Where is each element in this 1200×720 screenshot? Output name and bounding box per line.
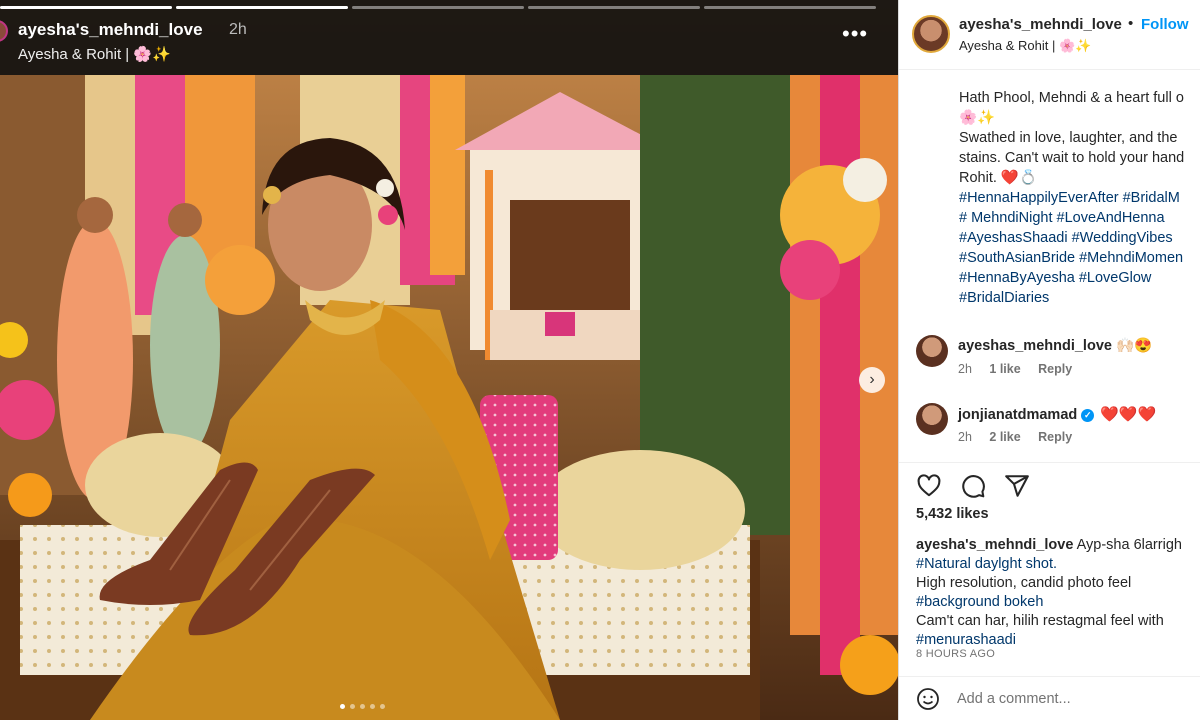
caption-line: Hath Phool, Mehndi & a heart full o <box>959 90 1184 106</box>
comment-meta: 2h 1 like Reply <box>958 362 1072 376</box>
carousel-dot <box>370 704 375 709</box>
emoji-icon[interactable] <box>916 687 940 711</box>
chevron-right-icon[interactable]: › <box>859 367 885 393</box>
hashtag-line[interactable]: #Natural daylght shot. <box>916 555 1200 574</box>
hashtag-line[interactable]: #HennaHappilyEverAfter #BridalM <box>959 188 1200 208</box>
verified-badge-icon: ✓ <box>1081 409 1095 422</box>
story-subtitle: Ayesha & Rohit | 🌸✨ <box>18 46 171 63</box>
avatar[interactable] <box>912 15 950 53</box>
hashtag-line[interactable]: #AyeshasShaadi #WeddingVibes <box>959 228 1200 248</box>
caption-line: 🌸✨ <box>959 110 996 126</box>
post-subtitle: Ayesha & Rohit | 🌸✨ <box>959 38 1092 53</box>
more-horizontal-icon[interactable]: ••• <box>842 23 872 48</box>
mehndi-bride-photo <box>0 0 898 720</box>
comment-text: ❤️❤️❤️ <box>1100 406 1157 423</box>
comment-username[interactable]: ayeshas_mehndi_love 🙌🏻😍 <box>958 337 1152 354</box>
separator-dot: • <box>1128 15 1134 32</box>
follow-button[interactable]: Follow <box>1141 16 1189 33</box>
caption-text: Cam't can har, hilih restagmal feel with <box>916 613 1164 629</box>
comment-username[interactable]: jonjianatdmamad ✓ ❤️❤️❤️ <box>958 405 1156 423</box>
progress-segment <box>528 6 700 9</box>
reply-button[interactable]: Reply <box>1038 430 1072 444</box>
hashtag-line[interactable]: #SouthAsianBride #MehndiMomen <box>959 248 1200 268</box>
story-avatar[interactable] <box>0 20 8 42</box>
post-caption-block: Hath Phool, Mehndi & a heart full o 🌸✨ S… <box>959 88 1200 308</box>
post-description: ayesha's_mehndi_love Ayp-sha 6larrigh #N… <box>916 536 1200 650</box>
comment-user-text[interactable]: jonjianatdmamad <box>958 407 1077 423</box>
share-icon[interactable] <box>1004 473 1030 499</box>
post-header: ayesha's_mehndi_love • Follow Ayesha & R… <box>899 0 1200 70</box>
post-timestamp: 8 HOURS AGO <box>916 648 996 660</box>
avatar[interactable] <box>916 403 948 435</box>
caption-text: High resolution, candid photo feel <box>916 575 1132 591</box>
comment-likes[interactable]: 2 like <box>989 430 1020 444</box>
post-media: ayesha's_mehndi_love 2h Ayesha & Rohit |… <box>0 0 898 720</box>
hashtag-line[interactable]: # MehndiNight #LoveAndHenna <box>959 208 1200 228</box>
caption-line: Rohit. ❤️💍 <box>959 170 1038 186</box>
caption-line: Swathed in love, laughter, and the <box>959 130 1178 146</box>
comment-time: 2h <box>958 430 972 444</box>
carousel-dot <box>350 704 355 709</box>
comment-input[interactable] <box>957 687 1187 711</box>
hashtag-line[interactable]: #BridalDiaries <box>959 288 1200 308</box>
caption-text: Ayp-sha 6larrigh <box>1076 537 1182 553</box>
comment-likes[interactable]: 1 like <box>989 362 1020 376</box>
story-time: 2h <box>229 21 247 38</box>
story-username[interactable]: ayesha's_mehndi_love <box>18 20 203 40</box>
comment-text: 🙌🏻😍 <box>1115 338 1153 354</box>
caption-line: stains. Can't wait to hold your hand <box>959 150 1185 166</box>
progress-segment <box>704 6 876 9</box>
reply-button[interactable]: Reply <box>1038 362 1072 376</box>
post-username[interactable]: ayesha's_mehndi_love <box>959 16 1122 33</box>
story-progress <box>0 6 898 9</box>
add-comment-bar <box>899 676 1200 720</box>
comment-meta: 2h 2 like Reply <box>958 430 1072 444</box>
progress-segment <box>176 6 348 9</box>
likes-count[interactable]: 5,432 likes <box>916 506 989 522</box>
hashtag-line[interactable]: #HennaByAyesha #LoveGlow <box>959 268 1200 288</box>
post-panel: ayesha's_mehndi_love • Follow Ayesha & R… <box>898 0 1200 720</box>
comment-icon[interactable] <box>960 473 986 499</box>
avatar[interactable] <box>916 335 948 367</box>
progress-segment <box>0 6 172 9</box>
progress-segment <box>352 6 524 9</box>
carousel-dot <box>360 704 365 709</box>
caption-username[interactable]: ayesha's_mehndi_love <box>916 537 1073 553</box>
carousel-dot <box>380 704 385 709</box>
divider <box>899 462 1200 463</box>
story-header: ayesha's_mehndi_love 2h Ayesha & Rohit |… <box>0 0 898 75</box>
heart-icon[interactable] <box>916 473 942 499</box>
comment-time: 2h <box>958 362 972 376</box>
action-bar <box>916 473 1030 499</box>
hashtag-line[interactable]: #background bokeh <box>916 593 1200 612</box>
carousel-dots <box>340 704 385 709</box>
comment-user-text[interactable]: ayeshas_mehndi_love <box>958 338 1112 354</box>
carousel-dot <box>340 704 345 709</box>
